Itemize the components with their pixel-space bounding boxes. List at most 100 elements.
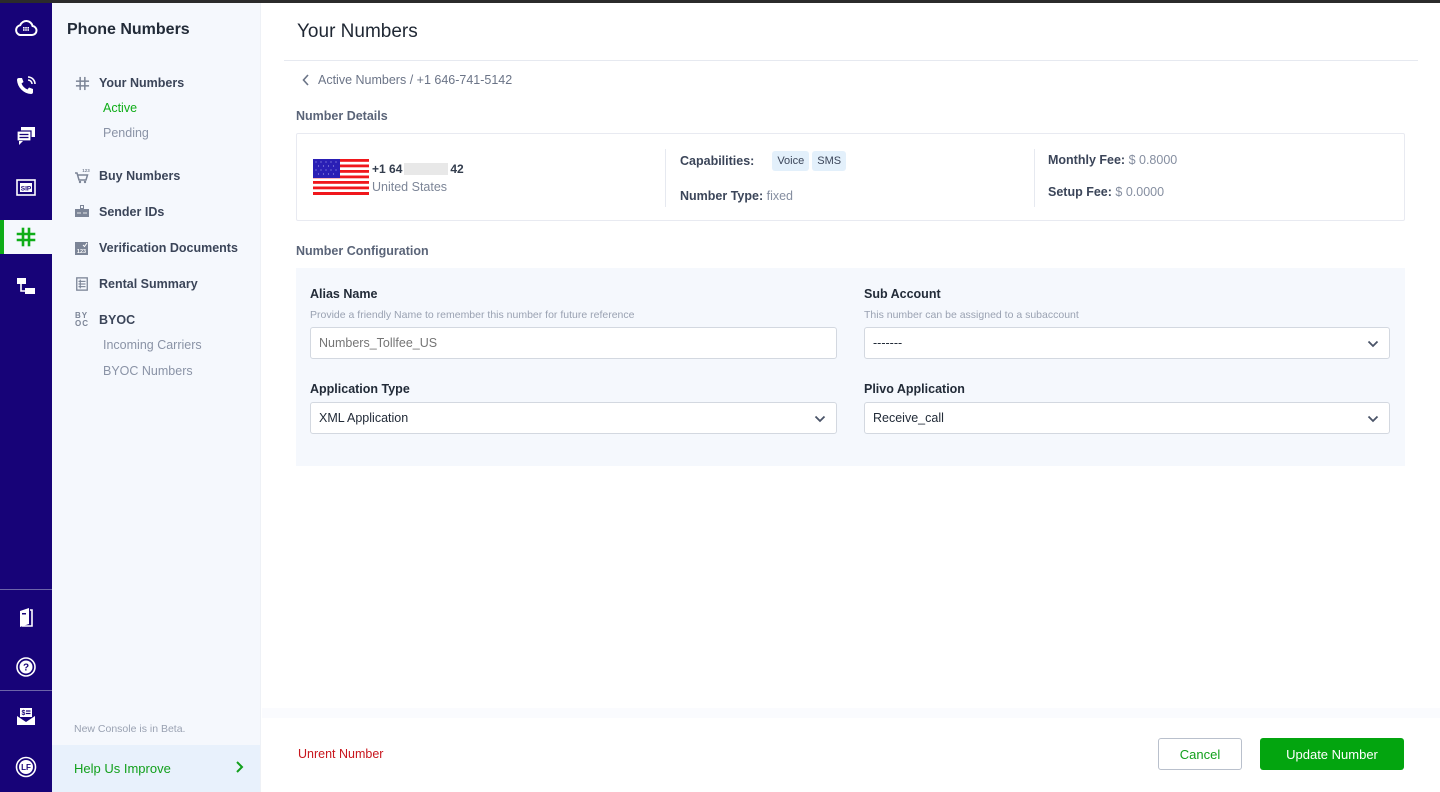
alias-name-help: Provide a friendly Name to remember this… xyxy=(310,309,635,321)
number-configuration-panel: Alias Name Provide a friendly Name to re… xyxy=(296,268,1405,466)
sidebar-item-label: Sender IDs xyxy=(99,205,165,219)
update-number-button[interactable]: Update Number xyxy=(1260,738,1404,770)
rail-item-messaging[interactable] xyxy=(0,119,52,153)
list-icon xyxy=(74,276,90,292)
plivo-application-value: Receive_call xyxy=(873,411,944,425)
sidebar-item-your-numbers[interactable]: Your Numbers xyxy=(74,75,184,91)
rail-item-sip[interactable]: SIP xyxy=(0,170,52,204)
alias-name-label: Alias Name xyxy=(310,287,378,301)
rail-item-flows[interactable] xyxy=(0,269,52,303)
document-123-icon: 123 xyxy=(74,240,90,256)
sub-account-select[interactable]: ------- xyxy=(864,327,1390,359)
help-us-improve-link[interactable]: Help Us Improve xyxy=(52,745,260,792)
sidebar-subitem-incoming-carriers[interactable]: Incoming Carriers xyxy=(103,338,202,352)
rail-item-docs[interactable] xyxy=(0,600,52,634)
sidebar-title: Phone Numbers xyxy=(67,21,190,38)
rail-item-help[interactable]: ? xyxy=(0,650,52,684)
us-flag-icon xyxy=(313,159,369,195)
sidebar-item-rental-summary[interactable]: Rental Summary xyxy=(74,276,198,292)
application-type-label: Application Type xyxy=(310,382,410,396)
sidebar-item-buy-numbers[interactable]: 123 Buy Numbers xyxy=(74,168,180,184)
svg-text:?: ? xyxy=(23,663,29,674)
alias-name-input[interactable] xyxy=(310,327,837,359)
setup-fee-label: Setup Fee: xyxy=(1048,185,1112,199)
application-type-value: XML Application xyxy=(319,411,409,425)
icon-rail: SIP ? $ LF xyxy=(0,3,52,792)
phone-number-suffix: 42 xyxy=(450,162,464,176)
sidebar-item-verification-documents[interactable]: 123 Verification Documents xyxy=(74,240,238,256)
plivo-application-select[interactable]: Receive_call xyxy=(864,402,1390,434)
cart-123-icon: 123 xyxy=(74,168,90,184)
sidebar-item-byoc[interactable]: BY OC BYOC xyxy=(74,312,135,328)
chevron-down-icon xyxy=(814,415,826,423)
rail-item-phone-numbers[interactable] xyxy=(0,220,52,254)
avatar-lf-icon: LF xyxy=(15,756,37,778)
sidebar-item-sender-ids[interactable]: Sender IDs xyxy=(74,204,164,220)
svg-text:$: $ xyxy=(22,710,26,717)
monthly-fee-value: $ 0.8000 xyxy=(1128,153,1178,167)
cancel-button[interactable]: Cancel xyxy=(1158,738,1242,770)
rail-item-dashboard[interactable] xyxy=(0,11,52,45)
number-configuration-heading: Number Configuration xyxy=(296,244,429,258)
rail-item-billing[interactable]: $ xyxy=(0,700,52,734)
byoc-icon: BY OC xyxy=(75,311,89,328)
sidebar-item-label: Buy Numbers xyxy=(99,169,181,183)
application-type-select[interactable]: XML Application xyxy=(310,402,837,434)
sidebar-subitem-pending[interactable]: Pending xyxy=(103,126,149,140)
help-label: Help Us Improve xyxy=(74,761,171,776)
sidebar-item-label: Rental Summary xyxy=(99,277,198,291)
redacted-digits xyxy=(404,163,449,175)
help-circle-icon: ? xyxy=(16,657,36,677)
chevron-left-icon xyxy=(302,74,309,86)
svg-text:123: 123 xyxy=(82,168,90,173)
column-divider xyxy=(1034,149,1035,207)
phone-number-prefix: +1 64 xyxy=(372,162,403,176)
header-divider xyxy=(284,60,1418,61)
unrent-number-link[interactable]: Unrent Number xyxy=(298,747,383,761)
window-top-bar xyxy=(0,0,1440,3)
breadcrumb-text: Active Numbers / +1 646-741-5142 xyxy=(318,73,513,87)
beta-note: New Console is in Beta. xyxy=(74,723,186,735)
rail-divider xyxy=(0,589,52,590)
book-icon xyxy=(20,608,33,627)
chevron-down-icon xyxy=(1367,340,1379,348)
country-name: United States xyxy=(372,180,448,194)
number-type-value: fixed xyxy=(766,189,794,203)
sip-icon: SIP xyxy=(16,179,36,196)
number-details-heading: Number Details xyxy=(296,109,388,123)
hash-icon xyxy=(74,75,90,91)
svg-text:SIP: SIP xyxy=(21,186,32,193)
capability-badge-sms: SMS xyxy=(812,151,847,171)
chevron-down-icon xyxy=(1367,415,1379,423)
setup-fee-row: Setup Fee: $ 0.0000 xyxy=(1048,185,1164,199)
capabilities-row: Capabilities: Voice SMS xyxy=(680,151,849,171)
capabilities-label: Capabilities: xyxy=(680,154,755,168)
phone-call-icon xyxy=(17,76,36,94)
main-content: Your Numbers Active Numbers / +1 646-741… xyxy=(262,3,1440,792)
sub-account-value: ------- xyxy=(873,336,903,350)
breadcrumb[interactable]: Active Numbers / +1 646-741-5142 xyxy=(302,73,512,87)
sub-account-help: This number can be assigned to a subacco… xyxy=(864,309,1079,321)
chevron-right-icon xyxy=(236,761,244,773)
footer-divider xyxy=(262,708,1440,718)
svg-text:123: 123 xyxy=(77,249,86,255)
sidebar-item-label: Verification Documents xyxy=(99,241,238,255)
rail-item-account[interactable]: LF xyxy=(0,750,52,784)
page-title: Your Numbers xyxy=(297,21,418,42)
flow-icon xyxy=(17,278,35,294)
rail-item-voice[interactable] xyxy=(0,69,52,103)
column-divider xyxy=(665,149,666,207)
sidebar-subitem-byoc-numbers[interactable]: BYOC Numbers xyxy=(103,364,193,378)
monthly-fee-row: Monthly Fee: $ 0.8000 xyxy=(1048,153,1177,167)
cloud-grid-icon xyxy=(15,20,38,36)
sidebar-item-label: BYOC xyxy=(99,313,136,327)
section-sidebar: Phone Numbers Your Numbers Active Pendin… xyxy=(52,3,261,792)
number-type-label: Number Type: xyxy=(680,189,764,203)
rail-divider xyxy=(0,690,52,691)
capability-badge-voice: Voice xyxy=(772,151,810,171)
phone-number: +1 64 42 xyxy=(372,162,464,176)
messages-icon xyxy=(16,127,35,145)
sub-account-label: Sub Account xyxy=(864,287,941,301)
sidebar-subitem-active[interactable]: Active xyxy=(103,101,137,115)
number-details-card: +1 64 42 United States Capabilities: Voi… xyxy=(296,133,1405,221)
